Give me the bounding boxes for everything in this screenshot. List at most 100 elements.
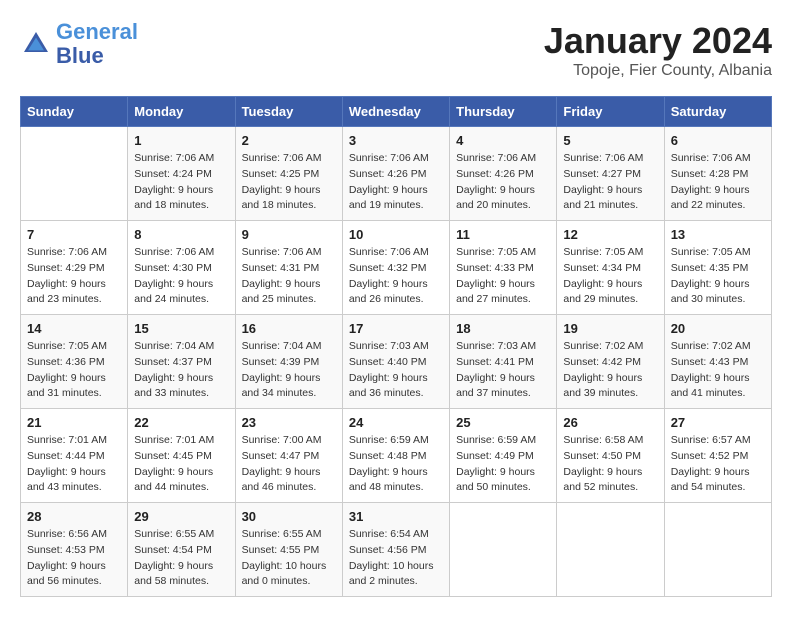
day-info: Sunrise: 7:06 AMSunset: 4:31 PMDaylight:… (242, 245, 336, 308)
calendar-cell: 13 Sunrise: 7:05 AMSunset: 4:35 PMDayligh… (664, 221, 771, 315)
day-number: 2 (242, 133, 336, 148)
calendar-cell: 11 Sunrise: 7:05 AMSunset: 4:33 PMDayligh… (450, 221, 557, 315)
page-title: January 2024 (544, 20, 772, 62)
calendar-cell: 17 Sunrise: 7:03 AMSunset: 4:40 PMDayligh… (342, 315, 449, 409)
calendar-cell: 3Sunrise: 7:06 AMSunset: 4:26 PMDaylight… (342, 127, 449, 221)
day-info: Sunrise: 7:06 AMSunset: 4:26 PMDaylight:… (349, 151, 443, 214)
calendar-cell: 25 Sunrise: 6:59 AMSunset: 4:49 PMDayligh… (450, 409, 557, 503)
column-header-monday: Monday (128, 97, 235, 127)
logo-icon (20, 28, 52, 60)
day-number: 5 (563, 133, 657, 148)
calendar-cell: 15 Sunrise: 7:04 AMSunset: 4:37 PMDayligh… (128, 315, 235, 409)
calendar-cell: 14 Sunrise: 7:05 AMSunset: 4:36 PMDayligh… (21, 315, 128, 409)
day-info: Sunrise: 7:05 AMSunset: 4:33 PMDaylight:… (456, 245, 550, 308)
day-number: 15 (134, 321, 228, 336)
day-number: 29 (134, 509, 228, 524)
calendar-cell: 30 Sunrise: 6:55 AMSunset: 4:55 PMDayligh… (235, 503, 342, 597)
column-header-friday: Friday (557, 97, 664, 127)
day-number: 17 (349, 321, 443, 336)
day-number: 19 (563, 321, 657, 336)
title-block: January 2024 Topoje, Fier County, Albani… (544, 20, 772, 80)
day-info: Sunrise: 7:02 AMSunset: 4:43 PMDaylight:… (671, 339, 765, 402)
day-number: 30 (242, 509, 336, 524)
day-info: Sunrise: 7:00 AMSunset: 4:47 PMDaylight:… (242, 433, 336, 496)
day-number: 25 (456, 415, 550, 430)
day-number: 7 (27, 227, 121, 242)
calendar-cell: 24 Sunrise: 6:59 AMSunset: 4:48 PMDayligh… (342, 409, 449, 503)
calendar-week-3: 14 Sunrise: 7:05 AMSunset: 4:36 PMDayligh… (21, 315, 772, 409)
day-info: Sunrise: 7:06 AMSunset: 4:30 PMDaylight:… (134, 245, 228, 308)
logo-text: General Blue (56, 20, 138, 68)
day-info: Sunrise: 6:56 AMSunset: 4:53 PMDaylight:… (27, 527, 121, 590)
calendar-cell: 22Sunrise: 7:01 AMSunset: 4:45 PMDayligh… (128, 409, 235, 503)
day-info: Sunrise: 7:06 AMSunset: 4:29 PMDaylight:… (27, 245, 121, 308)
day-info: Sunrise: 7:06 AMSunset: 4:26 PMDaylight:… (456, 151, 550, 214)
calendar-cell: 21 Sunrise: 7:01 AMSunset: 4:44 PMDayligh… (21, 409, 128, 503)
calendar-cell: 28 Sunrise: 6:56 AMSunset: 4:53 PMDayligh… (21, 503, 128, 597)
day-info: Sunrise: 7:05 AMSunset: 4:36 PMDaylight:… (27, 339, 121, 402)
day-info: Sunrise: 6:55 AMSunset: 4:54 PMDaylight:… (134, 527, 228, 590)
day-info: Sunrise: 7:02 AMSunset: 4:42 PMDaylight:… (563, 339, 657, 402)
day-info: Sunrise: 7:06 AMSunset: 4:32 PMDaylight:… (349, 245, 443, 308)
calendar-cell: 16Sunrise: 7:04 AMSunset: 4:39 PMDayligh… (235, 315, 342, 409)
calendar-cell (557, 503, 664, 597)
calendar-cell: 23 Sunrise: 7:00 AMSunset: 4:47 PMDayligh… (235, 409, 342, 503)
day-info: Sunrise: 6:57 AMSunset: 4:52 PMDaylight:… (671, 433, 765, 496)
day-info: Sunrise: 6:58 AMSunset: 4:50 PMDaylight:… (563, 433, 657, 496)
day-number: 12 (563, 227, 657, 242)
calendar-cell: 2 Sunrise: 7:06 AMSunset: 4:25 PMDaylight… (235, 127, 342, 221)
calendar-cell: 29 Sunrise: 6:55 AMSunset: 4:54 PMDayligh… (128, 503, 235, 597)
day-info: Sunrise: 6:59 AMSunset: 4:48 PMDaylight:… (349, 433, 443, 496)
day-number: 24 (349, 415, 443, 430)
calendar-cell (450, 503, 557, 597)
calendar-cell (664, 503, 771, 597)
calendar-body: 1 Sunrise: 7:06 AMSunset: 4:24 PMDaylight… (21, 127, 772, 597)
calendar-cell: 8 Sunrise: 7:06 AMSunset: 4:30 PMDaylight… (128, 221, 235, 315)
day-number: 26 (563, 415, 657, 430)
day-number: 20 (671, 321, 765, 336)
calendar-week-4: 21 Sunrise: 7:01 AMSunset: 4:44 PMDayligh… (21, 409, 772, 503)
day-number: 8 (134, 227, 228, 242)
page-header: General Blue January 2024 Topoje, Fier C… (20, 20, 772, 80)
day-number: 28 (27, 509, 121, 524)
day-number: 23 (242, 415, 336, 430)
calendar-cell: 31Sunrise: 6:54 AMSunset: 4:56 PMDayligh… (342, 503, 449, 597)
calendar-cell: 9 Sunrise: 7:06 AMSunset: 4:31 PMDaylight… (235, 221, 342, 315)
day-info: Sunrise: 7:05 AMSunset: 4:35 PMDaylight:… (671, 245, 765, 308)
day-number: 14 (27, 321, 121, 336)
day-info: Sunrise: 7:06 AMSunset: 4:27 PMDaylight:… (563, 151, 657, 214)
calendar-cell: 27 Sunrise: 6:57 AMSunset: 4:52 PMDayligh… (664, 409, 771, 503)
day-info: Sunrise: 7:03 AMSunset: 4:40 PMDaylight:… (349, 339, 443, 402)
calendar-week-5: 28 Sunrise: 6:56 AMSunset: 4:53 PMDayligh… (21, 503, 772, 597)
calendar-header-row: SundayMondayTuesdayWednesdayThursdayFrid… (21, 97, 772, 127)
day-info: Sunrise: 6:59 AMSunset: 4:49 PMDaylight:… (456, 433, 550, 496)
day-info: Sunrise: 6:55 AMSunset: 4:55 PMDaylight:… (242, 527, 336, 590)
day-info: Sunrise: 7:06 AMSunset: 4:28 PMDaylight:… (671, 151, 765, 214)
day-number: 9 (242, 227, 336, 242)
calendar-week-2: 7 Sunrise: 7:06 AMSunset: 4:29 PMDaylight… (21, 221, 772, 315)
day-number: 18 (456, 321, 550, 336)
calendar-cell: 6 Sunrise: 7:06 AMSunset: 4:28 PMDaylight… (664, 127, 771, 221)
calendar-table: SundayMondayTuesdayWednesdayThursdayFrid… (20, 96, 772, 597)
day-info: Sunrise: 7:03 AMSunset: 4:41 PMDaylight:… (456, 339, 550, 402)
column-header-saturday: Saturday (664, 97, 771, 127)
day-number: 27 (671, 415, 765, 430)
calendar-cell (21, 127, 128, 221)
day-info: Sunrise: 7:06 AMSunset: 4:24 PMDaylight:… (134, 151, 228, 214)
column-header-wednesday: Wednesday (342, 97, 449, 127)
day-number: 13 (671, 227, 765, 242)
day-info: Sunrise: 7:01 AMSunset: 4:44 PMDaylight:… (27, 433, 121, 496)
day-number: 21 (27, 415, 121, 430)
day-info: Sunrise: 7:01 AMSunset: 4:45 PMDaylight:… (134, 433, 228, 496)
day-number: 10 (349, 227, 443, 242)
calendar-cell: 10 Sunrise: 7:06 AMSunset: 4:32 PMDayligh… (342, 221, 449, 315)
day-number: 11 (456, 227, 550, 242)
day-number: 31 (349, 509, 443, 524)
calendar-cell: 7 Sunrise: 7:06 AMSunset: 4:29 PMDaylight… (21, 221, 128, 315)
calendar-cell: 12Sunrise: 7:05 AMSunset: 4:34 PMDayligh… (557, 221, 664, 315)
day-number: 6 (671, 133, 765, 148)
day-number: 1 (134, 133, 228, 148)
calendar-cell: 1 Sunrise: 7:06 AMSunset: 4:24 PMDaylight… (128, 127, 235, 221)
day-info: Sunrise: 7:04 AMSunset: 4:37 PMDaylight:… (134, 339, 228, 402)
day-info: Sunrise: 7:06 AMSunset: 4:25 PMDaylight:… (242, 151, 336, 214)
